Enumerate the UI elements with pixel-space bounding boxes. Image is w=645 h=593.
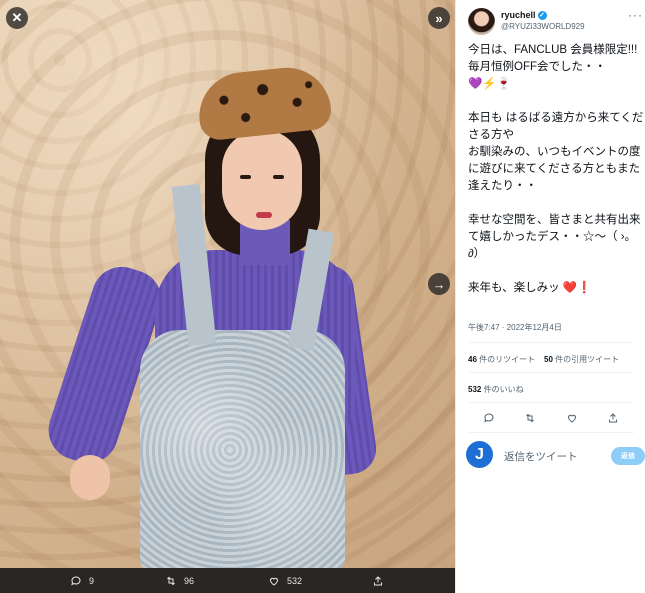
viewer-retweet-button[interactable]: 96 (165, 575, 194, 587)
quote-stat[interactable]: 50 件の引用ツイート (544, 355, 619, 364)
viewer-action-bar: 9 96 532 (0, 568, 455, 593)
more-options-icon[interactable]: ··· (628, 8, 643, 22)
retweet-stat-label: 件のリツイート (476, 355, 536, 364)
next-image-button[interactable]: → (428, 273, 450, 295)
left-eye (240, 175, 251, 179)
heart-icon[interactable] (566, 412, 578, 424)
like-stat-label: 件のいいね (481, 385, 524, 394)
avatar[interactable] (468, 8, 495, 35)
leopard-cap (194, 63, 334, 142)
retweet-icon (167, 576, 175, 585)
divider (468, 372, 634, 373)
tweet-text: 今日は、FANCLUB 会員様限定!!! 毎月恒例OFF会でした・・ 💜⚡🍷 本… (468, 42, 644, 314)
close-button[interactable]: ✕ (6, 7, 28, 29)
user-handle[interactable]: @RYUZi33WORLD929 (501, 22, 585, 31)
share-icon[interactable] (607, 412, 619, 424)
arrow-right-icon: → (432, 276, 446, 292)
retweet-stat-count: 46 (468, 355, 477, 364)
left-hand (70, 455, 110, 500)
lips (256, 212, 272, 218)
retweet-stat[interactable]: 46 件のリツイート (468, 355, 535, 364)
tweet-paragraph-3: 幸せな空間を、皆さまと共有出来て嬉しかったデス・・☆〜（ ›。∂） (468, 214, 641, 260)
viewer-like-button[interactable]: 532 (268, 575, 302, 587)
viewer-share-button[interactable] (372, 575, 384, 587)
reply-icon[interactable] (483, 412, 495, 424)
tweet-action-bar (468, 410, 634, 426)
reply-input[interactable]: 返信をツイート (504, 449, 578, 464)
like-stat[interactable]: 532 件のいいね (468, 384, 524, 395)
close-icon: ✕ (11, 10, 23, 25)
tweet-paragraph-4: 来年も、楽しみッ ❤️❗ (468, 282, 592, 294)
double-chevron-right-icon: » (435, 10, 443, 26)
verified-badge-icon: ✓ (537, 11, 547, 21)
user-name-text: ryuchell (501, 10, 536, 20)
avatar: J (466, 441, 493, 468)
tweet-detail-panel: ryuchell ✓ @RYUZi33WORLD929 ··· 今日は、FANCL… (455, 0, 645, 593)
right-eye (273, 175, 284, 179)
retweet-icon[interactable] (524, 412, 536, 424)
toggle-panel-button[interactable]: » (428, 7, 450, 29)
viewer-retweet-count: 96 (184, 575, 195, 586)
viewer-reply-count: 9 (89, 575, 95, 586)
viewer-reply-button[interactable]: 9 (70, 575, 94, 587)
person-figure (40, 63, 380, 570)
divider (468, 432, 634, 433)
tweet-photo[interactable] (0, 0, 455, 570)
reply-button[interactable]: 返信 (611, 447, 645, 465)
quote-stat-count: 50 (544, 355, 553, 364)
engagement-stats: 46 件のリツイート 50 件の引用ツイート (468, 354, 619, 365)
tweet-timestamp[interactable]: 午後7:47 · 2022年12月4日 (468, 322, 562, 333)
tweet-paragraph-1: 今日は、FANCLUB 会員様限定!!! 毎月恒例OFF会でした・・ 💜⚡🍷 (468, 44, 638, 90)
divider (468, 342, 634, 343)
viewer-like-count: 532 (287, 575, 303, 586)
tweet-header: ryuchell ✓ @RYUZi33WORLD929 ··· (468, 8, 643, 38)
user-display-name[interactable]: ryuchell ✓ (501, 10, 547, 21)
heart-icon (269, 577, 279, 586)
media-viewer: ✕ » → 9 96 532 (0, 0, 455, 593)
reply-icon (71, 575, 81, 585)
reply-composer: J 返信をツイート 返信 (466, 441, 645, 473)
tweet-paragraph-2: 本日も はるばる遠方から来てくださる方や お馴染みの、いつもイベントの度に遊びに… (468, 112, 644, 192)
denim-overalls (140, 330, 345, 570)
share-icon (374, 575, 382, 585)
divider (468, 402, 634, 403)
quote-stat-label: 件の引用ツイート (552, 355, 620, 364)
like-stat-count: 532 (468, 385, 482, 394)
